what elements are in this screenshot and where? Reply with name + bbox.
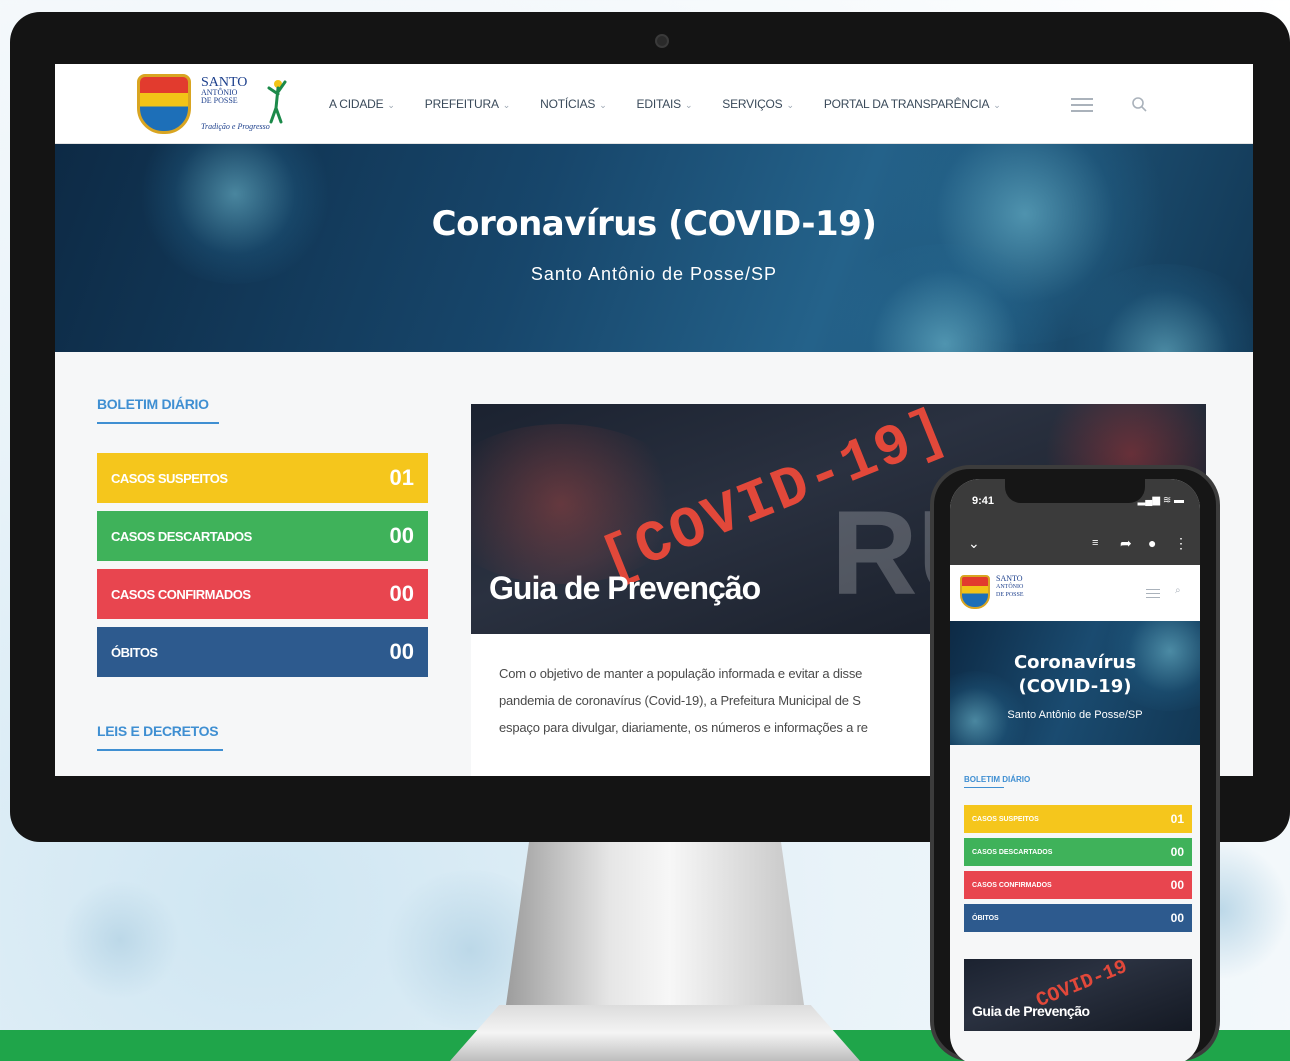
- search-icon[interactable]: [1131, 96, 1147, 112]
- stat-discarded-cases[interactable]: CASOS DESCARTADOS 00: [97, 511, 428, 561]
- bulletin-underline: [97, 422, 219, 424]
- phone-stat-deaths[interactable]: ÓBITOS 00: [964, 904, 1192, 932]
- nav-item-prefeitura[interactable]: PREFEITURA ⌄: [424, 97, 511, 111]
- nav-label: PREFEITURA: [424, 97, 499, 111]
- phone-screen: 9:41 ▂▄▆ ≋ ▬ ⌄ ≡ ➦ ● ⋮ SANTO ANTÔNIO DE …: [950, 479, 1200, 1061]
- logo-line-3: DE POSSE: [996, 592, 1024, 598]
- nav-item-portal-transparencia[interactable]: PORTAL DA TRANSPARÊNCIA ⌄: [824, 97, 1001, 111]
- site-logo[interactable]: SANTO ANTÔNIO DE POSSE: [201, 76, 247, 105]
- article-title[interactable]: Guia de Prevenção: [489, 570, 761, 607]
- share-icon[interactable]: ➦: [1120, 535, 1132, 552]
- chevron-down-icon: ⌄: [786, 100, 794, 110]
- phone-hero-subtitle: Santo Antônio de Posse/SP: [1007, 709, 1143, 721]
- logo-slogan: Tradição e Progresso: [201, 122, 270, 131]
- stat-value: 00: [389, 581, 414, 606]
- stat-label: CASOS SUSPEITOS: [111, 470, 228, 486]
- playlist-icon[interactable]: ≡: [1092, 537, 1098, 549]
- laws-title[interactable]: LEIS E DECRETOS: [97, 723, 219, 739]
- phone-status-bar: 9:41 ▂▄▆ ≋ ▬: [950, 479, 1200, 525]
- nav-label: NOTÍCIAS: [540, 97, 596, 111]
- stat-label: ÓBITOS: [111, 644, 158, 660]
- stat-confirmed-cases[interactable]: CASOS CONFIRMADOS 00: [97, 569, 428, 619]
- chevron-down-icon: ⌄: [387, 100, 395, 110]
- phone-stat-discarded-cases[interactable]: CASOS DESCARTADOS 00: [964, 838, 1192, 866]
- status-time: 9:41: [972, 495, 995, 507]
- phone-notch: [1005, 479, 1145, 503]
- monitor-stand-neck: [505, 842, 805, 1012]
- stat-value: 00: [389, 523, 414, 548]
- monitor-stand-base: [450, 1005, 860, 1061]
- phone-article-image[interactable]: COVID-19 Guia de Prevenção: [964, 959, 1192, 1031]
- stat-label: CASOS CONFIRMADOS: [111, 586, 251, 602]
- logo-line-2: ANTÔNIO: [996, 584, 1024, 590]
- phone-stat-confirmed-cases[interactable]: CASOS CONFIRMADOS 00: [964, 871, 1192, 899]
- stat-label: ÓBITOS: [972, 914, 999, 922]
- stat-value: 01: [389, 465, 414, 490]
- laws-underline: [97, 749, 223, 751]
- city-crest-logo[interactable]: [137, 74, 191, 134]
- nav-item-a-cidade[interactable]: A CIDADE ⌄: [329, 97, 395, 111]
- chevron-down-icon: ⌄: [502, 100, 511, 110]
- logo-line-3: DE POSSE: [201, 96, 238, 105]
- stat-value: 00: [1170, 911, 1184, 925]
- bulletin-title: BOLETIM DIÁRIO: [97, 396, 209, 412]
- chevron-down-icon: ⌄: [684, 100, 693, 110]
- article-text-line: Com o objetivo de manter a população inf…: [499, 666, 863, 681]
- nav-item-noticias[interactable]: NOTÍCIAS ⌄: [540, 97, 607, 111]
- stat-label: CASOS CONFIRMADOS: [972, 881, 1052, 889]
- city-crest-logo[interactable]: [960, 575, 990, 609]
- background-virus-decoration: [60, 880, 180, 1000]
- phone-site-logo[interactable]: SANTO ANTÔNIO DE POSSE: [996, 575, 1024, 599]
- phone-hero-title-line-1: Coronavírus: [1013, 652, 1137, 673]
- stat-suspected-cases[interactable]: CASOS SUSPEITOS 01: [97, 453, 428, 503]
- hamburger-icon[interactable]: [1146, 589, 1160, 598]
- more-icon[interactable]: ⋮: [1174, 535, 1188, 552]
- phone-stat-suspected-cases[interactable]: CASOS SUSPEITOS 01: [964, 805, 1192, 833]
- nav-item-servicos[interactable]: SERVIÇOS ⌄: [722, 97, 794, 111]
- stat-value: 01: [1170, 812, 1184, 826]
- chevron-down-icon[interactable]: ⌄: [968, 535, 980, 552]
- phone-bulletin-title: BOLETIM DIÁRIO: [964, 775, 1031, 784]
- mobile-phone: 9:41 ▂▄▆ ≋ ▬ ⌄ ≡ ➦ ● ⋮ SANTO ANTÔNIO DE …: [930, 465, 1220, 1061]
- hero-title: Coronavírus (COVID-19): [431, 204, 877, 244]
- article-text-line: espaço para divulgar, diariamente, os nú…: [499, 720, 868, 735]
- monitor-camera: [655, 34, 669, 48]
- stat-label: CASOS DESCARTADOS: [111, 528, 252, 544]
- phone-article-title[interactable]: Guia de Prevenção: [972, 1003, 1090, 1019]
- search-icon[interactable]: ⌕: [1175, 585, 1181, 596]
- hamburger-icon[interactable]: [1071, 98, 1093, 112]
- main-nav: A CIDADE ⌄ PREFEITURA ⌄ NOTÍCIAS ⌄ EDITAIS ⌄…: [329, 97, 1001, 111]
- stat-value: 00: [389, 639, 414, 664]
- hero-subtitle: Santo Antônio de Posse/SP: [530, 264, 778, 284]
- article-text-line: pandemia de coronavírus (Covid-19), a Pr…: [499, 693, 861, 708]
- nav-label: A CIDADE: [329, 97, 384, 111]
- phone-hero-banner: Coronavírus (COVID-19) Santo Antônio de …: [950, 621, 1200, 745]
- phone-browser-bar: ⌄ ≡ ➦ ● ⋮: [950, 525, 1200, 565]
- nav-label: EDITAIS: [636, 97, 682, 111]
- stat-value: 00: [1170, 845, 1184, 859]
- stat-label: CASOS SUSPEITOS: [972, 815, 1039, 823]
- chevron-down-icon: ⌄: [993, 100, 1001, 110]
- chevron-down-icon: ⌄: [599, 100, 607, 110]
- nav-label: SERVIÇOS: [722, 97, 783, 111]
- site-header: SANTO ANTÔNIO DE POSSE Tradição e Progre…: [55, 64, 1253, 144]
- logo-figure-icon: [267, 80, 287, 124]
- phone-hero-title-line-2: (COVID-19): [1018, 676, 1132, 697]
- hero-banner: Coronavírus (COVID-19) Santo Antônio de …: [55, 144, 1253, 352]
- stat-deaths[interactable]: ÓBITOS 00: [97, 627, 428, 677]
- status-icons: ▂▄▆ ≋ ▬: [1137, 495, 1184, 506]
- phone-site-header: SANTO ANTÔNIO DE POSSE ⌕: [950, 565, 1200, 621]
- nav-label: PORTAL DA TRANSPARÊNCIA: [823, 97, 990, 111]
- record-icon[interactable]: ●: [1148, 535, 1156, 551]
- stat-label: CASOS DESCARTADOS: [972, 848, 1053, 856]
- stat-value: 00: [1170, 878, 1184, 892]
- phone-bulletin-underline: [964, 787, 1004, 788]
- logo-line-1: SANTO: [996, 574, 1023, 583]
- nav-item-editais[interactable]: EDITAIS ⌄: [637, 97, 693, 111]
- phone-hero-title: Coronavírus (COVID-19): [950, 651, 1200, 699]
